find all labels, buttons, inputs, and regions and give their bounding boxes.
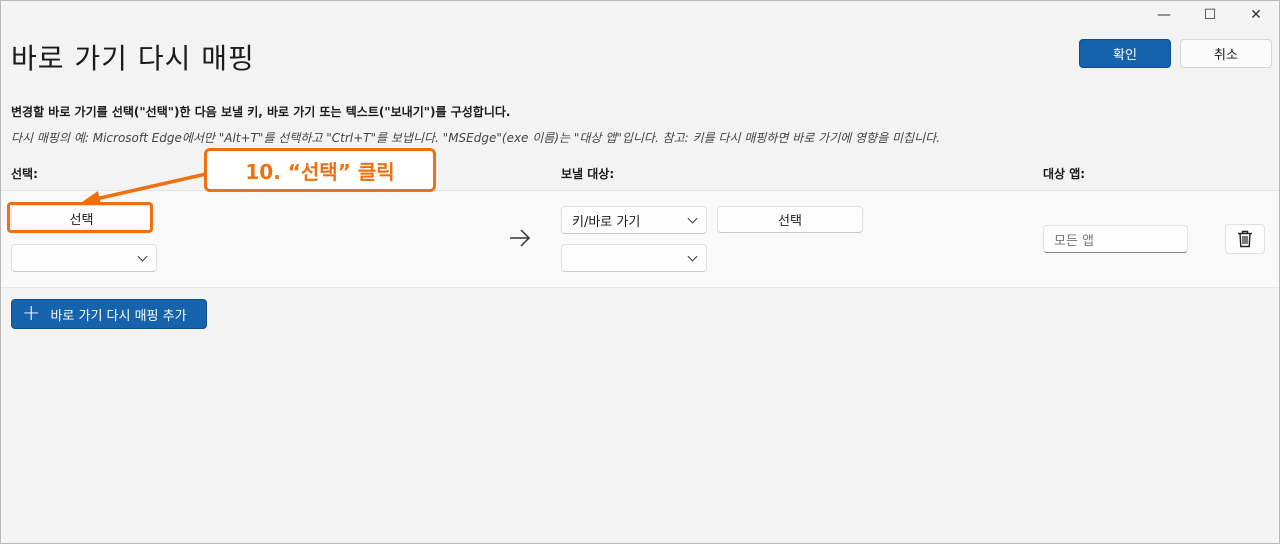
example-text: 다시 매핑의 예: Microsoft Edge에서만 "Alt+T"를 선택하… <box>11 131 941 145</box>
send-type-value: 키/바로 가기 <box>572 214 641 230</box>
close-button[interactable]: ✕ <box>1233 1 1279 29</box>
window-caption-buttons: — ☐ ✕ <box>1141 1 1279 29</box>
target-app-placeholder: 모든 앱 <box>1054 233 1095 249</box>
instruction-text: 변경할 바로 가기를 선택("선택")한 다음 보낼 키, 바로 가기 또는 텍… <box>11 105 511 119</box>
send-select-button[interactable]: 선택 <box>717 206 863 233</box>
ok-button[interactable]: 확인 <box>1079 39 1171 68</box>
column-header-target-app: 대상 앱: <box>1043 167 1086 181</box>
trash-icon <box>1238 230 1252 248</box>
send-type-combo[interactable]: 키/바로 가기 <box>561 206 707 234</box>
minimize-icon: — <box>1157 7 1171 23</box>
chevron-down-icon <box>687 251 698 262</box>
shortcut-combo[interactable] <box>11 244 157 272</box>
minimize-button[interactable]: — <box>1141 1 1187 29</box>
highlight-box <box>7 202 153 233</box>
chevron-down-icon <box>137 251 148 262</box>
column-header-select: 선택: <box>11 167 38 181</box>
add-shortcut-remap-label: 바로 가기 다시 매핑 추가 <box>50 308 187 324</box>
column-header-send-to: 보낼 대상: <box>561 167 615 181</box>
maximize-button[interactable]: ☐ <box>1187 1 1233 29</box>
target-app-input[interactable]: 모든 앱 <box>1043 225 1188 253</box>
chevron-down-icon <box>687 213 698 224</box>
arrow-right-icon <box>510 229 531 247</box>
maximize-icon: ☐ <box>1203 7 1217 23</box>
close-icon: ✕ <box>1250 7 1262 23</box>
step-callout: 10. “선택” 클릭 <box>204 148 436 192</box>
page-title: 바로 가기 다시 매핑 <box>11 42 255 75</box>
send-combo[interactable] <box>561 244 707 272</box>
cancel-button[interactable]: 취소 <box>1180 39 1272 68</box>
remap-shortcuts-window: — ☐ ✕ 바로 가기 다시 매핑 확인 취소 변경할 바로 가기를 선택("선… <box>0 0 1280 544</box>
delete-mapping-button[interactable] <box>1225 224 1265 254</box>
add-shortcut-remap-button[interactable]: + 바로 가기 다시 매핑 추가 <box>11 299 207 329</box>
plus-icon: + <box>22 301 41 326</box>
